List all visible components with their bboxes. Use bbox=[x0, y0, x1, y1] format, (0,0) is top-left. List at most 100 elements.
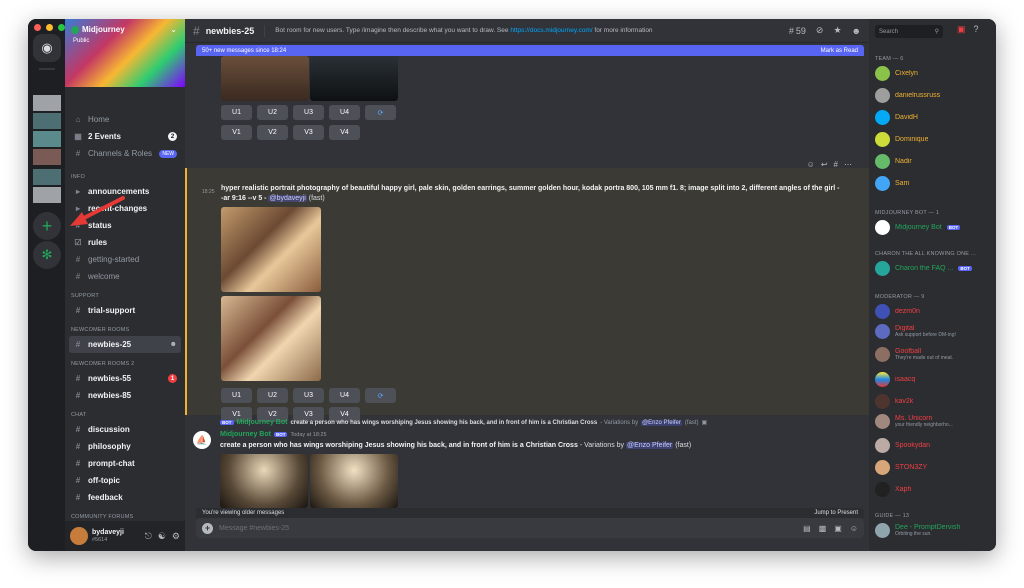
channel-getting-started[interactable]: # getting-started bbox=[69, 251, 181, 268]
upscale-3-button[interactable]: U3 bbox=[293, 105, 324, 120]
help-icon[interactable]: ? bbox=[974, 24, 979, 35]
upscale-1-button[interactable]: U1 bbox=[221, 388, 252, 403]
sidebar-item-home[interactable]: ⌂ Home bbox=[69, 111, 181, 128]
channel-off-topic[interactable]: # off-topic bbox=[69, 472, 181, 489]
sidebar-item-channels-roles[interactable]: # Channels & Roles NEW bbox=[69, 145, 181, 162]
discord-home-icon[interactable]: ◉ bbox=[33, 34, 61, 62]
server-name[interactable]: Midjourney bbox=[71, 25, 125, 34]
server-banner[interactable]: Midjourney Public ⌄ bbox=[65, 19, 185, 87]
gear-icon[interactable]: ⚙ bbox=[172, 531, 180, 542]
upscale-3-button[interactable]: U3 bbox=[293, 388, 324, 403]
channel-newbies-85[interactable]: # newbies-85 bbox=[69, 387, 181, 404]
message-composer[interactable]: + Message #newbies-25 ▤ ▩ ▣ ☺ bbox=[196, 518, 864, 538]
channel-topic[interactable]: Bot room for new users. Type /imagine th… bbox=[275, 27, 652, 34]
channel-newbies-25[interactable]: # newbies-25 ☻ bbox=[69, 336, 181, 353]
member-item[interactable]: isaacq bbox=[875, 372, 993, 387]
jump-to-present-button[interactable]: Jump to Present bbox=[814, 510, 858, 516]
channel-welcome[interactable]: # welcome bbox=[69, 268, 181, 285]
member-item[interactable]: danielrussruss bbox=[875, 88, 993, 103]
member-item[interactable]: Cixelyn bbox=[875, 66, 993, 81]
reroll-icon[interactable]: ⟳ bbox=[365, 388, 396, 403]
member-item[interactable]: Sam bbox=[875, 176, 993, 191]
server-icon[interactable] bbox=[33, 113, 61, 129]
generated-image[interactable] bbox=[310, 454, 398, 508]
variation-4-button[interactable]: V4 bbox=[329, 125, 360, 140]
upscale-2-button[interactable]: U2 bbox=[257, 105, 288, 120]
generated-image[interactable] bbox=[221, 56, 309, 101]
members-icon[interactable]: ☻ bbox=[852, 26, 861, 36]
maximize-window-button[interactable] bbox=[58, 24, 65, 31]
variation-3-button[interactable]: V3 bbox=[293, 125, 324, 140]
upscale-2-button[interactable]: U2 bbox=[257, 388, 288, 403]
message-author[interactable]: Midjourney Bot bbox=[220, 431, 271, 438]
variation-1-button[interactable]: V1 bbox=[221, 125, 252, 140]
avatar[interactable] bbox=[70, 527, 88, 545]
threads-icon[interactable]: # bbox=[789, 26, 794, 36]
member-item[interactable]: Ms. Unicorn your friendly neighborho... bbox=[875, 414, 993, 429]
bot-avatar[interactable]: ⛵ bbox=[193, 431, 211, 449]
member-item[interactable]: Charon the FAQ ... BOT bbox=[875, 261, 993, 276]
server-icon[interactable] bbox=[33, 131, 61, 147]
upscale-4-button[interactable]: U4 bbox=[329, 388, 360, 403]
server-icon[interactable] bbox=[33, 169, 61, 185]
reply-reference[interactable]: BOT Midjourney Bot create a person who h… bbox=[220, 419, 707, 426]
generated-image-grid[interactable] bbox=[221, 207, 321, 292]
sidebar-item-events[interactable]: ▦ 2 Events 2 bbox=[69, 128, 181, 145]
category-newcomer-rooms-2[interactable]: NEWCOMER ROOMS 2 bbox=[69, 353, 181, 370]
user-mention[interactable]: @bydaveyji bbox=[268, 195, 307, 202]
generated-image[interactable] bbox=[310, 56, 398, 101]
docs-link[interactable]: https://docs.midjourney.com/ bbox=[510, 27, 592, 34]
attach-plus-icon[interactable]: + bbox=[202, 522, 213, 534]
server-icon[interactable] bbox=[33, 187, 61, 203]
member-item[interactable]: DavidH bbox=[875, 110, 993, 125]
pin-icon[interactable]: ★ bbox=[833, 25, 841, 36]
server-icon[interactable] bbox=[33, 95, 61, 111]
explore-servers-icon[interactable]: ✻ bbox=[33, 241, 61, 269]
generated-image-grid[interactable] bbox=[221, 296, 321, 381]
gift-icon[interactable]: ▤ bbox=[803, 524, 811, 533]
minimize-window-button[interactable] bbox=[46, 24, 53, 31]
channel-trial-support[interactable]: # trial-support bbox=[69, 302, 181, 319]
sticker-icon[interactable]: ▣ bbox=[834, 524, 842, 533]
category-support[interactable]: SUPPORT bbox=[69, 285, 181, 302]
user-mention[interactable]: @Enzo Pfeifer bbox=[626, 442, 674, 449]
member-item[interactable]: Dee - PromptDervish Orbiting the sun. bbox=[875, 523, 993, 538]
channel-prompt-chat[interactable]: # prompt-chat bbox=[69, 455, 181, 472]
channel-status[interactable]: # status bbox=[69, 217, 181, 234]
member-item[interactable]: Xaph bbox=[875, 482, 993, 497]
upscale-4-button[interactable]: U4 bbox=[329, 105, 360, 120]
mark-as-read-button[interactable]: Mark as Read bbox=[821, 48, 858, 54]
channel-rules[interactable]: ☑ rules bbox=[69, 234, 181, 251]
channel-newbies-55[interactable]: # newbies-55 1 bbox=[69, 370, 181, 387]
category-newcomer-rooms[interactable]: NEWCOMER ROOMS bbox=[69, 319, 181, 336]
headphones-icon[interactable]: ☯ bbox=[158, 531, 166, 542]
emoji-icon[interactable]: ☺ bbox=[850, 524, 858, 533]
channel-announcements[interactable]: ▸ announcements bbox=[69, 183, 181, 200]
variation-2-button[interactable]: V2 bbox=[257, 125, 288, 140]
reroll-icon[interactable]: ⟳ bbox=[365, 105, 396, 120]
add-member-icon[interactable]: ☻ bbox=[170, 341, 177, 348]
close-window-button[interactable] bbox=[34, 24, 41, 31]
channel-recent-changes[interactable]: ▸ recent-changes bbox=[69, 200, 181, 217]
microphone-icon[interactable]: ⎋ bbox=[145, 531, 152, 542]
server-icon[interactable] bbox=[33, 149, 61, 165]
member-item[interactable]: dezm0n bbox=[875, 304, 993, 319]
search-input[interactable]: Search ⚲ bbox=[875, 25, 943, 38]
gif-icon[interactable]: ▩ bbox=[819, 524, 827, 533]
generated-image[interactable] bbox=[220, 454, 308, 508]
category-info[interactable]: INFO bbox=[69, 166, 181, 183]
channel-discussion[interactable]: # discussion bbox=[69, 421, 181, 438]
add-server-icon[interactable]: + bbox=[33, 212, 61, 240]
mute-icon[interactable]: ⊘ bbox=[816, 25, 824, 36]
channel-philosophy[interactable]: # philosophy bbox=[69, 438, 181, 455]
inbox-icon[interactable]: ▣ bbox=[957, 24, 966, 35]
member-item[interactable]: Digital Ask support before DM-ing! bbox=[875, 324, 993, 339]
message-input[interactable]: Message #newbies-25 bbox=[219, 525, 289, 532]
chevron-down-icon[interactable]: ⌄ bbox=[170, 25, 177, 34]
member-item[interactable]: Goofball They're made out of meat. bbox=[875, 347, 993, 362]
user-mention[interactable]: @Enzo Pfeifer bbox=[641, 419, 682, 426]
new-messages-bar[interactable]: 50+ new messages since 18:24 Mark as Read bbox=[196, 45, 864, 56]
category-chat[interactable]: CHAT bbox=[69, 404, 181, 421]
member-item[interactable]: Nadir bbox=[875, 154, 993, 169]
reply-author[interactable]: Midjourney Bot bbox=[237, 419, 288, 426]
